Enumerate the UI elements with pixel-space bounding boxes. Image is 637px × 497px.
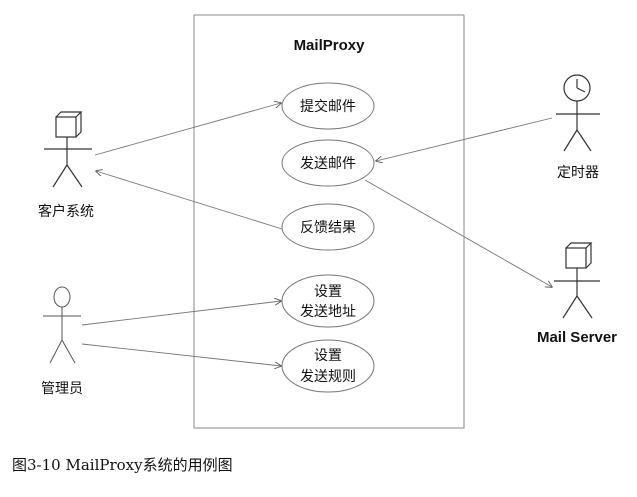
use-case-set-rules-label-2: 发送规则 <box>300 369 356 385</box>
actor-mail-server-label: Mail Server <box>537 329 617 346</box>
use-case-submit-label: 提交邮件 <box>300 98 356 115</box>
use-case-set-rules: 设置 发送规则 <box>281 339 375 393</box>
actor-timer-label: 定时器 <box>557 165 599 181</box>
use-case-set-address-label-1: 设置 <box>314 284 342 300</box>
use-case-submit-mail: 提交邮件 <box>281 82 375 130</box>
actor-mail-server <box>554 242 600 319</box>
use-case-set-address: 设置 发送地址 <box>281 274 375 328</box>
use-case-diagram: MailProxy 提交邮件 发送邮件 反馈结果 设置 发送地址 设置 发送规则 <box>38 14 617 429</box>
use-case-feedback: 反馈结果 <box>281 203 375 251</box>
use-case-set-rules-label-1: 设置 <box>314 348 342 364</box>
actor-admin-label: 管理员 <box>41 381 83 397</box>
system-title: MailProxy <box>294 37 366 54</box>
actor-client-system <box>44 111 92 188</box>
cube-icon <box>565 242 593 269</box>
use-case-set-address-label-2: 发送地址 <box>300 304 356 320</box>
actor-admin <box>43 286 81 364</box>
use-case-send-label: 发送邮件 <box>300 156 356 172</box>
cube-icon <box>55 111 83 138</box>
use-case-send-mail: 发送邮件 <box>281 139 375 187</box>
actor-timer <box>556 74 600 152</box>
clock-icon <box>563 74 591 102</box>
use-case-feedback-label: 反馈结果 <box>300 220 356 236</box>
figure-caption: 图3-10 MailProxy系统的用例图 <box>12 456 233 474</box>
actor-client-label: 客户系统 <box>38 203 94 220</box>
